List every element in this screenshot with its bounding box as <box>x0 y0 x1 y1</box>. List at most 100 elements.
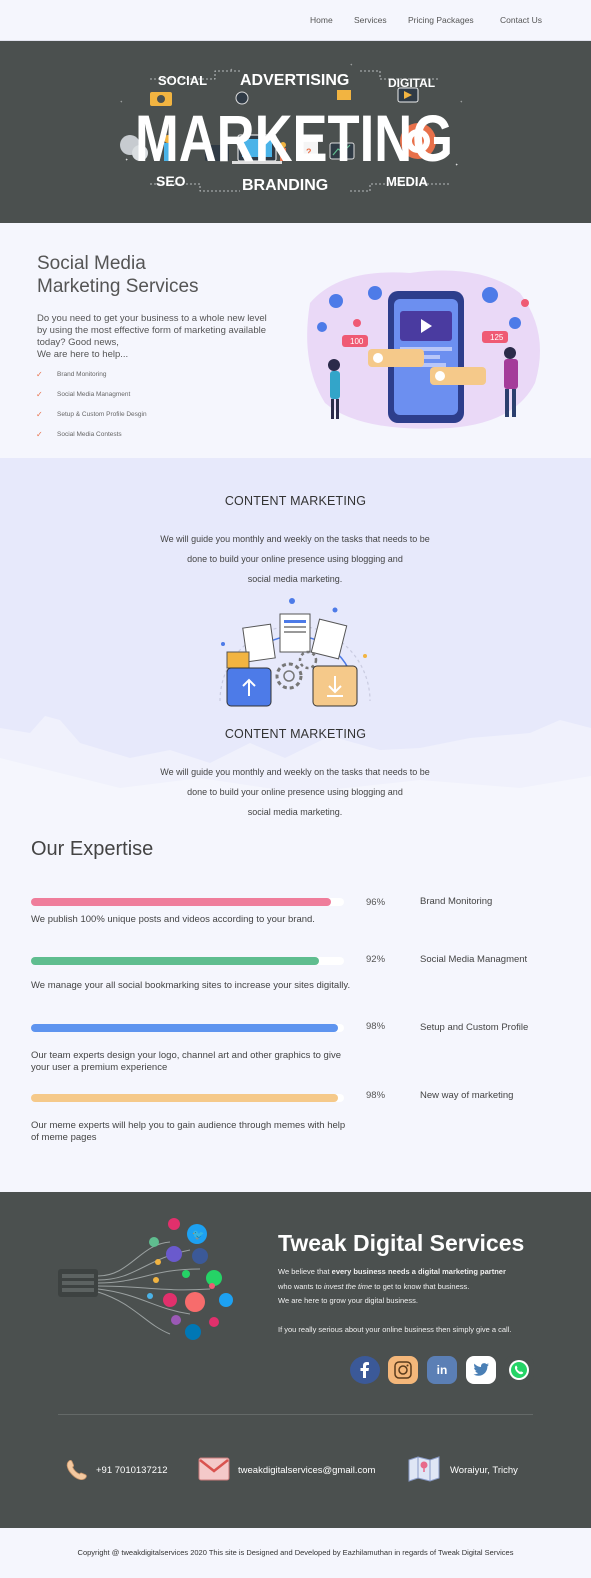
sms-heading: Social Media Marketing Services <box>37 252 277 298</box>
top-nav: Home Services Pricing Packages Contact U… <box>0 0 591 41</box>
phone-icon <box>64 1459 88 1488</box>
progress-percent: 92% <box>366 954 386 965</box>
list-item-label: Social Media Contests <box>57 431 122 438</box>
progress-bar-fill <box>31 1094 338 1102</box>
sms-service-list: ✓ Brand Monitoring ✓ Social Media Managmen… <box>36 371 147 451</box>
list-item-label: Setup & Custom Profile Desgin <box>57 411 147 418</box>
hero-word-seo: SEO <box>156 173 186 189</box>
svg-text:🐦: 🐦 <box>192 1230 204 1241</box>
progress-percent: 98% <box>366 1090 386 1101</box>
content-marketing-line: We will guide you monthly and weekly on … <box>160 534 430 544</box>
progress-bar <box>31 957 344 965</box>
list-item: ✓ Social Media Contests <box>36 431 147 451</box>
hero-word-social: SOCIAL <box>158 73 207 88</box>
expertise-name: Social Media Managment <box>420 954 528 965</box>
check-icon: ✓ <box>36 370 43 379</box>
sms-description: Do you need to get your business to a wh… <box>37 313 267 361</box>
contact-email[interactable]: tweakdigitalservices@gmail.com <box>238 1465 375 1476</box>
expertise-section: Our Expertise 96% Brand Monitoring We pu… <box>0 830 591 1192</box>
content-files-illustration <box>219 598 371 707</box>
nav-services-link[interactable]: Services <box>354 15 387 25</box>
contact-address: Woraiyur, Trichy <box>450 1465 518 1476</box>
expertise-name: Brand Monitoring <box>420 896 493 907</box>
hero-word-branding: BRANDING <box>242 177 328 194</box>
list-item-label: Brand Monitoring <box>57 371 107 378</box>
list-item: ✓ Social Media Managment <box>36 391 147 411</box>
content-marketing-heading: CONTENT MARKETING <box>224 727 367 741</box>
facebook-icon[interactable] <box>350 1356 380 1384</box>
check-icon: ✓ <box>36 430 43 439</box>
nav-home-link[interactable]: Home <box>310 15 333 25</box>
digital-network-illustration: 🐦 <box>58 1218 233 1340</box>
content-marketing-text: We will guide you monthly and weekly on … <box>130 762 460 822</box>
content-marketing-line: We will guide you monthly and weekly on … <box>160 767 430 777</box>
footer-divider <box>58 1414 533 1415</box>
social-media-illustration: 100 125 <box>307 270 540 429</box>
marketing-hero-illustration: + +✦✦ ++ ? SOCIAL ADVERTISING DIGITAL MAR… <box>120 62 463 194</box>
footer-text: to get to know that business. <box>372 1282 470 1291</box>
expertise-heading: Our Expertise <box>31 838 154 860</box>
expertise-description: Our team experts design your logo, chann… <box>31 1050 341 1073</box>
email-icon <box>198 1456 230 1487</box>
footer-brand: Tweak Digital Services <box>278 1230 525 1256</box>
footer-line-1: We believe that every business needs a d… <box>278 1267 506 1276</box>
hero-word-advertising: ADVERTISING <box>240 72 349 89</box>
sms-heading-line1: Social Media <box>37 253 146 274</box>
whatsapp-icon[interactable] <box>504 1356 534 1384</box>
linkedin-icon[interactable]: in <box>427 1356 457 1384</box>
hero-word-marketing: MARKETING <box>135 101 453 175</box>
twitter-icon[interactable] <box>466 1356 496 1384</box>
content-marketing-line: social media marketing. <box>247 574 343 584</box>
svg-text:+: + <box>230 67 233 72</box>
check-icon: ✓ <box>36 410 43 419</box>
svg-text:+: + <box>350 62 353 67</box>
nav-pricing-link[interactable]: Pricing Packages <box>408 15 474 25</box>
footer-line-2: who wants to invest the time to get to k… <box>278 1282 469 1291</box>
sms-description-text: Do you need to get your business to a wh… <box>37 313 267 348</box>
progress-percent: 96% <box>366 897 386 908</box>
svg-text:+: + <box>120 99 123 104</box>
footer-line-4: If you really serious about your online … <box>278 1325 512 1334</box>
content-marketing-line: done to build your online presence using… <box>187 554 403 564</box>
progress-bar-fill <box>31 957 319 965</box>
footer: 🐦 Tweak Digital Services We believe that… <box>0 1192 591 1528</box>
progress-bar-fill <box>31 898 332 906</box>
likes-125-label: 125 <box>490 333 504 342</box>
footer-line-3: We are here to grow your digital busines… <box>278 1296 418 1305</box>
progress-percent: 98% <box>366 1021 386 1032</box>
content-marketing-section: CONTENT MARKETING We will guide you mont… <box>0 458 591 830</box>
content-marketing-line: social media marketing. <box>247 807 343 817</box>
footer-text: who wants to <box>278 1282 324 1291</box>
svg-text:✦: ✦ <box>455 162 459 167</box>
expertise-description: Our meme experts will help you to gain a… <box>31 1120 346 1143</box>
content-marketing-text: We will guide you monthly and weekly on … <box>130 529 460 589</box>
content-marketing-line: done to build your online presence using… <box>187 787 403 797</box>
expertise-name: New way of marketing <box>420 1090 514 1101</box>
nav-contact-link[interactable]: Contact Us <box>500 15 542 25</box>
hero-banner: + + ✦ ✦ + + ? SOCIAL ADVERTISING DIGITAL MAR… <box>0 41 591 223</box>
sms-heading-line2: Marketing Services <box>37 276 199 297</box>
list-item: ✓ Setup & Custom Profile Desgin <box>36 411 147 431</box>
expertise-description: We publish 100% unique posts and videos … <box>31 914 315 925</box>
progress-bar <box>31 1024 344 1032</box>
expertise-description: We manage your all social bookmarking si… <box>31 980 351 991</box>
progress-bar-fill <box>31 1024 338 1032</box>
social-media-section: Social Media Marketing Services Do you n… <box>0 223 591 458</box>
copyright: Copyright @ tweakdigitalservices 2020 Th… <box>0 1528 591 1578</box>
progress-bar <box>31 898 344 906</box>
content-marketing-heading: CONTENT MARKETING <box>224 494 367 508</box>
hero-word-media: MEDIA <box>386 174 429 189</box>
likes-100-label: 100 <box>350 337 364 346</box>
contact-phone[interactable]: +91 7010137212 <box>96 1465 168 1476</box>
svg-text:✦: ✦ <box>125 157 129 162</box>
list-item: ✓ Brand Monitoring <box>36 371 147 391</box>
svg-text:+: + <box>460 99 463 104</box>
expertise-name: Setup and Custom Profile <box>420 1022 529 1033</box>
check-icon: ✓ <box>36 390 43 399</box>
progress-bar <box>31 1094 344 1102</box>
list-item-label: Social Media Managment <box>57 391 131 398</box>
map-icon <box>408 1456 440 1487</box>
instagram-icon[interactable] <box>388 1356 418 1384</box>
footer-text: We believe that <box>278 1267 332 1276</box>
hero-word-digital: DIGITAL <box>388 76 435 90</box>
